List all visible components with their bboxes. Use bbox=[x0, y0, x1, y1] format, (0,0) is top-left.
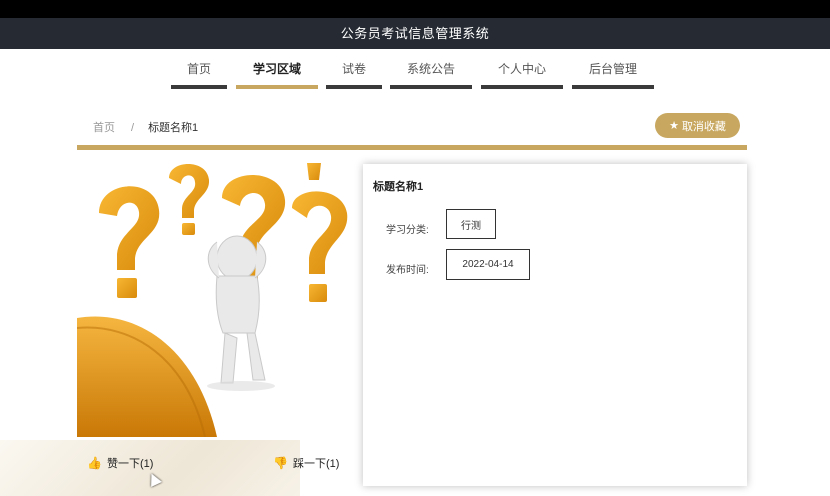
vote-bar: 👍 赞一下(1) 👎 踩一下(1) bbox=[77, 446, 357, 476]
like-label: 赞一下(1) bbox=[106, 458, 154, 470]
nav-underline bbox=[390, 85, 472, 89]
cover-image bbox=[77, 158, 350, 437]
publish-date-value: 2022-04-14 bbox=[446, 249, 530, 280]
nav-item-study-area[interactable]: 学习区域 bbox=[236, 61, 318, 89]
main-nav: 首页 学习区域 试卷 系统公告 个人中心 后台管理 bbox=[0, 49, 830, 89]
breadcrumb-current: 标题名称1 bbox=[148, 122, 199, 134]
nav-item-label: 试卷 bbox=[341, 62, 366, 76]
thumbs-down-icon: 👎 bbox=[273, 456, 288, 470]
nav-item-label: 首页 bbox=[186, 62, 211, 76]
thumbs-up-icon: 👍 bbox=[87, 456, 102, 470]
top-black-strip bbox=[0, 0, 830, 18]
unfavorite-button[interactable]: ★ 取消收藏 bbox=[655, 113, 740, 138]
unfavorite-button-label: 取消收藏 bbox=[681, 120, 726, 133]
breadcrumb: 首页 / 标题名称1 bbox=[93, 119, 198, 135]
nav-item-label: 学习区域 bbox=[252, 62, 301, 76]
nav-item-label: 个人中心 bbox=[497, 62, 546, 76]
question-figure-illustration bbox=[77, 158, 350, 437]
nav-underline bbox=[326, 85, 382, 89]
star-icon: ★ bbox=[669, 120, 679, 132]
detail-content: 👍 赞一下(1) 👎 踩一下(1) 标题名称1 学习分类: 行测 发布时间: 2… bbox=[77, 150, 747, 490]
nav-underline bbox=[171, 85, 227, 89]
nav-item-announcements[interactable]: 系统公告 bbox=[390, 61, 472, 89]
category-value: 行测 bbox=[446, 209, 496, 239]
app-header: 公务员考试信息管理系统 bbox=[0, 18, 830, 49]
detail-title: 标题名称1 bbox=[373, 181, 424, 193]
breadcrumb-home[interactable]: 首页 bbox=[93, 122, 115, 134]
nav-underline bbox=[236, 85, 318, 89]
nav-underline bbox=[481, 85, 563, 89]
nav-underline bbox=[572, 85, 654, 89]
detail-card: 标题名称1 学习分类: 行测 发布时间: 2022-04-14 bbox=[363, 164, 747, 486]
nav-item-label: 后台管理 bbox=[588, 62, 637, 76]
dislike-label: 踩一下(1) bbox=[292, 458, 340, 470]
like-button[interactable]: 👍 赞一下(1) bbox=[87, 455, 153, 471]
nav-item-exam[interactable]: 试卷 bbox=[326, 61, 382, 89]
nav-item-home[interactable]: 首页 bbox=[171, 61, 227, 89]
nav-item-label: 系统公告 bbox=[406, 62, 455, 76]
nav-item-profile[interactable]: 个人中心 bbox=[481, 61, 563, 89]
app-title: 公务员考试信息管理系统 bbox=[340, 26, 490, 41]
dislike-button[interactable]: 👎 踩一下(1) bbox=[273, 455, 339, 471]
breadcrumb-separator: / bbox=[131, 122, 135, 134]
category-label: 学习分类: bbox=[386, 225, 429, 236]
publish-date-label: 发布时间: bbox=[386, 265, 429, 276]
nav-item-admin[interactable]: 后台管理 bbox=[572, 61, 654, 89]
